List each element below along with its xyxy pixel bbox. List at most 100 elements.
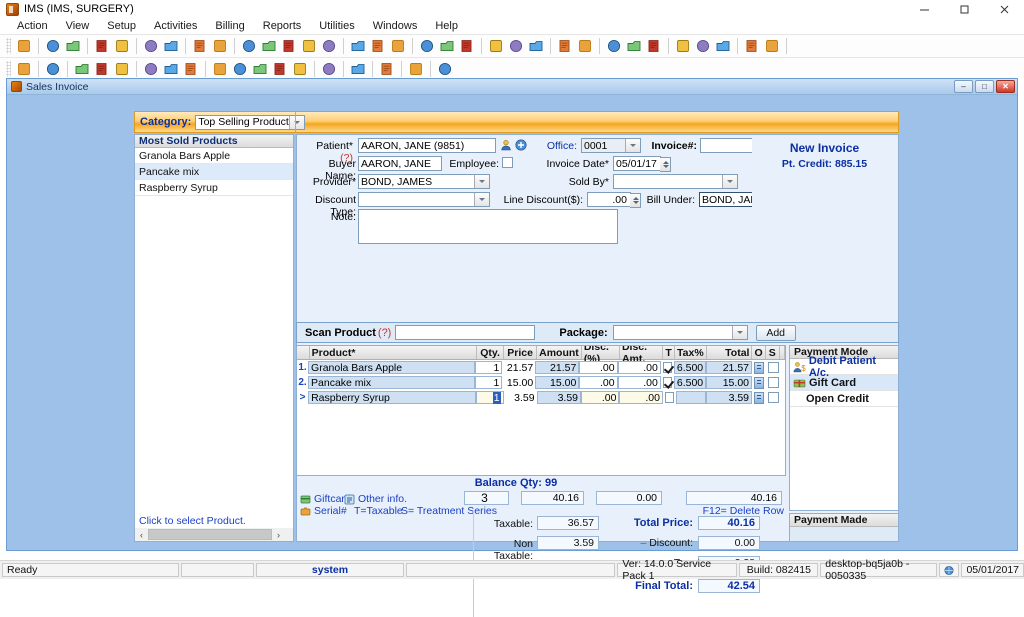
menu-utilities[interactable]: Utilities	[310, 18, 363, 34]
back-arrow-icon[interactable]	[419, 38, 435, 54]
help-icon[interactable]	[715, 38, 731, 54]
other-info-button[interactable]	[754, 361, 764, 374]
last-record-icon[interactable]	[272, 61, 288, 77]
lab-flask-icon[interactable]	[163, 38, 179, 54]
product-list-hscrollbar[interactable]: ‹ ›	[135, 528, 293, 541]
dollar-icon[interactable]	[241, 38, 257, 54]
row-qty[interactable]: 1	[475, 361, 503, 374]
buyer-name-field[interactable]: AARON, JANE	[358, 156, 442, 171]
grid-col-series[interactable]: S	[766, 346, 780, 359]
copy-pages-icon[interactable]	[212, 38, 228, 54]
office-select[interactable]: 0001	[581, 138, 641, 153]
refresh-icon[interactable]	[350, 61, 366, 77]
save-icon[interactable]	[143, 61, 159, 77]
exchange-icon[interactable]	[626, 38, 642, 54]
grid-col-amount[interactable]: Amount	[537, 346, 582, 359]
invoice-date-field[interactable]: 05/01/17	[613, 156, 671, 172]
row-amount[interactable]: 3.59	[536, 391, 582, 404]
cancel-icon[interactable]	[437, 61, 453, 77]
table-grid-icon[interactable]	[350, 38, 366, 54]
chevron-down-icon[interactable]	[474, 193, 489, 206]
group-payment-icon[interactable]	[321, 38, 337, 54]
package-select[interactable]	[612, 325, 748, 340]
note-textarea[interactable]	[358, 209, 618, 244]
menu-help[interactable]: Help	[426, 18, 467, 34]
table-row[interactable]: 2. Pancake mix 1 15.00 15.00 .00 .00 6.5…	[297, 375, 785, 390]
grid-col-disc-pct[interactable]: Disc.(%)	[582, 346, 620, 365]
edit-document-icon[interactable]	[114, 38, 130, 54]
row-amount[interactable]: 15.00	[535, 376, 580, 389]
approve-icon[interactable]	[646, 38, 662, 54]
row-amount[interactable]: 21.57	[535, 361, 580, 374]
open-folder-icon[interactable]	[94, 38, 110, 54]
sold-by-select[interactable]	[613, 174, 738, 189]
row-tax-pct[interactable]: 6.500	[673, 376, 707, 389]
chevron-down-icon[interactable]	[625, 139, 640, 152]
row-disc-pct[interactable]: .00	[579, 376, 618, 389]
sort-icon[interactable]	[292, 61, 308, 77]
grid-col-other[interactable]: O	[752, 346, 766, 359]
delete-record-icon[interactable]	[114, 61, 130, 77]
menu-action[interactable]: Action	[8, 18, 57, 34]
scan-product-input[interactable]	[395, 325, 536, 340]
row-total[interactable]: 15.00	[706, 376, 752, 389]
menu-activities[interactable]: Activities	[145, 18, 206, 34]
refresh-claim-icon[interactable]	[439, 38, 455, 54]
lock-icon[interactable]	[744, 38, 760, 54]
payment-mode-item-debit[interactable]: $ Debit Patient A/c.	[790, 355, 898, 379]
toolbar-grip[interactable]	[6, 61, 11, 77]
grid-col-tax-pct[interactable]: Tax%	[675, 346, 707, 359]
payment-icon[interactable]	[301, 38, 317, 54]
grid-col-qty[interactable]: Qty.	[477, 346, 505, 359]
row-series-checkbox[interactable]	[768, 377, 779, 388]
finance-report-icon[interactable]	[281, 38, 297, 54]
grid-col-taxable[interactable]: T	[663, 346, 676, 359]
first-record-icon[interactable]	[212, 61, 228, 77]
find-icon[interactable]	[45, 61, 61, 77]
report-card-icon[interactable]	[488, 38, 504, 54]
scrollbar-thumb[interactable]	[148, 529, 272, 540]
book-icon[interactable]	[695, 38, 711, 54]
grid-col-product[interactable]: Product*	[310, 346, 477, 359]
row-total[interactable]: 3.59	[705, 391, 752, 404]
monitor-icon[interactable]	[675, 38, 691, 54]
row-series-checkbox[interactable]	[768, 392, 779, 403]
add-button[interactable]: Add	[755, 324, 796, 341]
menu-reports[interactable]: Reports	[254, 18, 311, 34]
grid-col-total[interactable]: Total	[707, 346, 753, 359]
row-qty[interactable]: 1	[475, 376, 503, 389]
product-list-item[interactable]: Raspberry Syrup	[135, 180, 293, 196]
chevron-down-icon[interactable]	[474, 175, 489, 188]
minimize-button[interactable]	[904, 0, 944, 18]
chevron-down-icon[interactable]	[731, 326, 747, 339]
sales-invoice-minimize-button[interactable]: –	[954, 80, 973, 93]
finance-icon[interactable]	[261, 38, 277, 54]
chevron-down-icon[interactable]	[722, 175, 737, 188]
chevron-down-icon[interactable]	[289, 115, 305, 129]
notes-icon[interactable]	[606, 38, 622, 54]
provider-select[interactable]: BOND, JAMES	[358, 174, 490, 189]
category-select[interactable]: Top Selling Products	[195, 114, 306, 130]
date-spinner[interactable]	[660, 157, 671, 172]
row-price[interactable]: 15.00	[502, 376, 535, 389]
edit-record-icon[interactable]	[94, 61, 110, 77]
row-disc-amt[interactable]: .00	[619, 391, 663, 404]
row-taxable-checkbox[interactable]	[665, 392, 674, 403]
export-icon[interactable]	[557, 38, 573, 54]
maximize-button[interactable]	[944, 0, 984, 18]
discount-type-select[interactable]	[358, 192, 490, 207]
other-info-link[interactable]: Other info.	[344, 493, 407, 505]
prev-record-icon[interactable]	[232, 61, 248, 77]
worklist-icon[interactable]	[370, 38, 386, 54]
open-icon[interactable]	[16, 61, 32, 77]
report-edit-icon[interactable]	[508, 38, 524, 54]
row-price[interactable]: 21.57	[502, 361, 535, 374]
row-product[interactable]: Raspberry Syrup	[308, 391, 477, 404]
row-product[interactable]: Granola Bars Apple	[308, 361, 476, 374]
row-disc-pct[interactable]: .00	[579, 361, 618, 374]
document-lock-icon[interactable]	[577, 38, 593, 54]
close-button[interactable]	[984, 0, 1024, 18]
search-record-icon[interactable]	[143, 38, 159, 54]
patient-check-icon[interactable]	[65, 38, 81, 54]
grid-col-price[interactable]: Price	[504, 346, 538, 359]
